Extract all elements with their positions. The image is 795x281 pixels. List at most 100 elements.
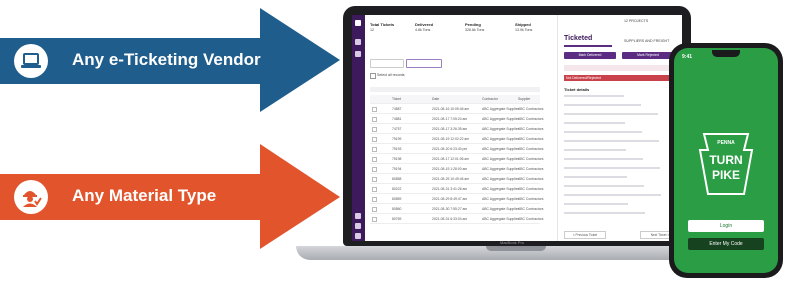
table-cell: ABC Contractors [518, 137, 544, 141]
table-cell: 2021-08-17 3:26:35 am [432, 127, 468, 131]
table-cell: ABC Aggregate Supplier [482, 167, 519, 171]
detail-field-line [564, 131, 642, 133]
row-checkbox[interactable] [372, 167, 377, 172]
row-checkbox[interactable] [372, 117, 377, 122]
detail-field-line [564, 140, 659, 142]
arrow-label-vendor: Any e-Ticketing Vendor [72, 50, 261, 69]
detail-field-line [564, 122, 625, 124]
table-cell: ABC Contractors [518, 187, 544, 191]
table-cell: 2021-08-17 12:01:06 am [432, 157, 470, 161]
row-checkbox[interactable] [372, 107, 377, 112]
detail-tab-ticketed[interactable]: Ticketed [564, 35, 592, 42]
table-cell: ABC Contractors [518, 217, 544, 221]
table-row[interactable]: 80222 2021-08-31 3:41:26 am ABC Aggregate … [370, 185, 544, 194]
previous-ticket-button[interactable]: < Previous Ticket [564, 231, 606, 239]
summary-value-0: 12 [370, 28, 374, 32]
table-cell: 80222 [392, 187, 402, 191]
table-cell: 80858 [392, 177, 402, 181]
arrow-label-material: Any Material Type [72, 186, 217, 205]
table-row[interactable]: 75193 2021-08-20 6:23:40 pm ABC Aggregate … [370, 145, 544, 154]
table-cell: 75199 [392, 137, 402, 141]
logo-pike: PIKE [711, 168, 740, 182]
table-cell: ABC Contractors [518, 157, 544, 161]
app-logo-icon [355, 20, 361, 26]
row-checkbox[interactable] [372, 157, 377, 162]
table-cell: ABC Aggregate Supplier [482, 197, 519, 201]
logout-icon[interactable] [355, 233, 361, 239]
table-cell: 75194 [392, 167, 402, 171]
laptop-notch [486, 246, 546, 251]
row-checkbox[interactable] [372, 217, 377, 222]
table-cell: 74757 [392, 127, 402, 131]
table-cell: 2021-08-16 10:05:46 am [432, 107, 470, 111]
tag-icon[interactable] [355, 51, 361, 57]
arrows-graphic [0, 8, 340, 249]
table-cell: 2021-08-19 12:02:22 am [432, 137, 470, 141]
logo-penna: PENNA [717, 140, 735, 146]
detail-field-line [564, 176, 627, 178]
search-strip[interactable] [370, 87, 540, 92]
table-row[interactable]: 80859 2021-08-29 8:49:47 am ABC Aggregate … [370, 195, 543, 204]
table-cell: 2021-08-29 8:49:47 am [432, 197, 468, 201]
table-cell: ABC Contractors [518, 117, 544, 121]
table-cell: 80769 [392, 217, 402, 221]
enter-code-button[interactable]: Enter My Code [688, 238, 764, 250]
settings-icon[interactable] [355, 213, 361, 219]
table-row[interactable]: 74881 2021-08-17 7:05:24 am ABC Aggregate … [370, 115, 544, 124]
table-row[interactable]: 75199 2021-08-19 12:02:22 am ABC Aggregate… [370, 135, 544, 144]
table-cell: ABC Contractors [518, 167, 544, 171]
row-checkbox[interactable] [372, 187, 377, 192]
login-button[interactable]: Login [688, 220, 764, 232]
table-cell: 2021-08-20 6:23:40 pm [432, 147, 468, 151]
summary-bar: Total Tickets 12 Delivered 4.8k Tons Pen… [370, 20, 550, 38]
user-icon[interactable] [355, 223, 361, 229]
table-cell: ABC Contractors [518, 127, 544, 131]
mark-rejected-button[interactable]: Mark Rejected [622, 52, 674, 59]
col-date[interactable]: Date [432, 97, 439, 101]
table-row[interactable]: 80769 2021-08-31 6:33:04 am ABC Aggregate … [370, 215, 544, 224]
table-cell: ABC Aggregate Supplier [482, 107, 519, 111]
table-row[interactable]: 80860 2021-08-30 7:55:27 am ABC Aggregate … [370, 205, 543, 214]
grid-icon[interactable] [355, 39, 361, 45]
col-supplier[interactable]: Supplier [518, 97, 530, 101]
col-contractor[interactable]: Contractor [482, 97, 498, 101]
tab-underline [564, 45, 612, 47]
phone-notch [712, 50, 740, 57]
table-row[interactable]: 74757 2021-08-17 3:26:35 am ABC Aggregate … [370, 125, 544, 134]
detail-tab-suppliers[interactable]: SUPPLIERS AND FREIGHT [624, 39, 669, 43]
col-ticket[interactable]: Ticket [392, 97, 401, 101]
table-row[interactable]: 75194 2021-08-19 1:28:00 am ABC Aggregate … [370, 165, 544, 174]
worker-check-icon [14, 180, 48, 214]
summary-label-2: Pending [465, 22, 481, 27]
detail-field-line [564, 203, 628, 205]
table-row[interactable]: 74887 2021-08-16 10:05:46 am ABC Aggregate… [370, 105, 544, 114]
filter-button[interactable] [370, 59, 404, 68]
row-checkbox[interactable] [372, 177, 377, 182]
detail-field-line [564, 149, 626, 151]
row-checkbox[interactable] [372, 207, 377, 212]
row-checkbox[interactable] [372, 147, 377, 152]
table-cell: ABC Contractors [518, 147, 544, 151]
export-button[interactable] [406, 59, 442, 68]
table-cell: ABC Aggregate Supplier [482, 127, 519, 131]
table-row[interactable]: 80858 2021-08-25 10:49:46 am ABC Aggregate… [370, 175, 543, 184]
phone-screen: 9:41 PENNA TURN PIKE Login Enter My Code [674, 48, 778, 273]
row-checkbox[interactable] [372, 197, 377, 202]
detail-field-line [564, 167, 660, 169]
table-row[interactable]: 75198 2021-08-17 12:01:06 am ABC Aggregate… [370, 155, 544, 164]
laptop-screen: Total Tickets 12 Delivered 4.8k Tons Pen… [352, 15, 682, 241]
table-cell: ABC Aggregate Supplier [482, 207, 519, 211]
select-all-checkbox[interactable] [370, 73, 376, 79]
table-cell: ABC Aggregate Supplier [482, 217, 519, 221]
table-cell: 2021-08-17 7:05:24 am [432, 117, 468, 121]
row-checkbox[interactable] [372, 127, 377, 132]
alert-banner: Not Delivered/Rejected [564, 75, 680, 81]
row-checkbox[interactable] [372, 137, 377, 142]
phone-status-time: 9:41 [682, 54, 693, 60]
table-cell: 74881 [392, 117, 402, 121]
table-cell: ABC Contractors [518, 107, 544, 111]
summary-value-1: 4.8k Tons [415, 28, 431, 32]
summary-label-0: Total Tickets [370, 22, 395, 27]
table-cell: ABC Aggregate Supplier [482, 117, 519, 121]
mark-delivered-button[interactable]: Mark Delivered [564, 52, 616, 59]
